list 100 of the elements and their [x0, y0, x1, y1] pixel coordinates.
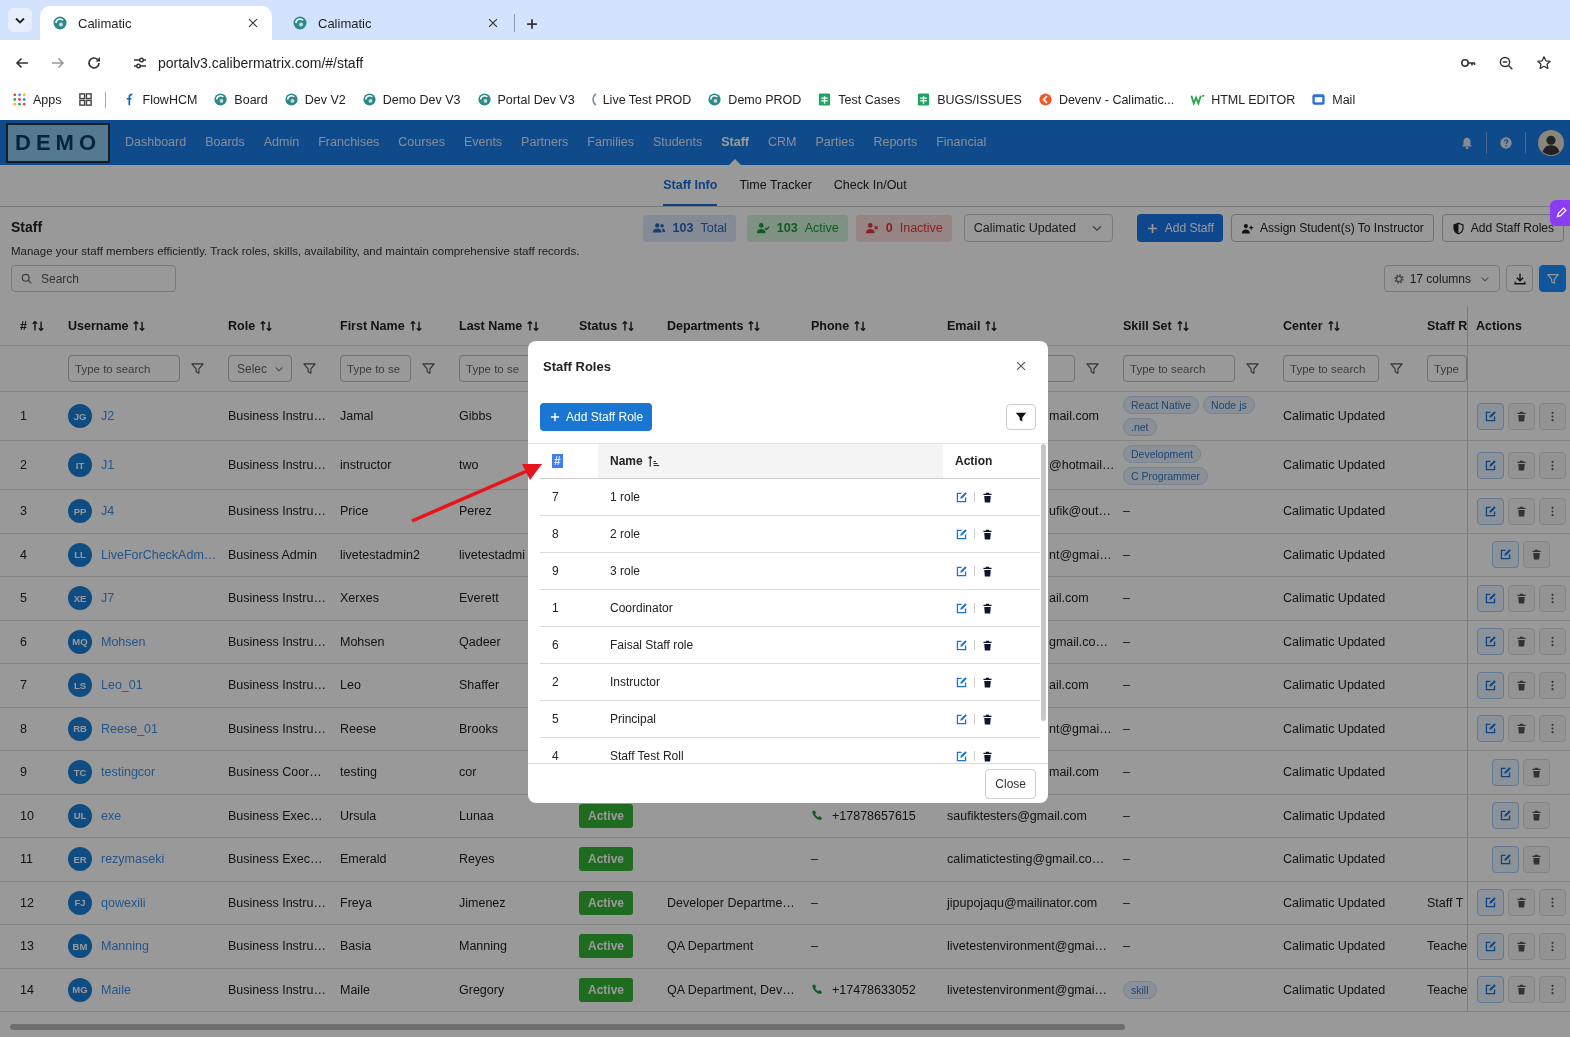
edit-button[interactable]: [1476, 451, 1504, 479]
filter-field[interactable]: Type to search: [1123, 355, 1235, 382]
close-button[interactable]: Close: [985, 768, 1036, 799]
edit-button[interactable]: [1492, 845, 1519, 873]
bookmark[interactable]: Portal Dev V3: [476, 92, 575, 107]
grid-icon[interactable]: [77, 92, 93, 107]
filter-icon[interactable]: [1245, 361, 1260, 376]
column-header[interactable]: Role: [228, 318, 256, 333]
columns-select[interactable]: 17 columns: [1383, 265, 1500, 292]
filter-button[interactable]: [1006, 404, 1036, 430]
filter-icon[interactable]: [421, 361, 436, 376]
edit-icon[interactable]: [955, 601, 968, 615]
sort-icon[interactable]: [30, 318, 45, 333]
edit-button[interactable]: [1476, 715, 1504, 743]
trash-icon[interactable]: [981, 564, 994, 578]
edit-button[interactable]: [1476, 584, 1504, 612]
edit-icon[interactable]: [955, 564, 968, 578]
filter-icon[interactable]: [1085, 361, 1100, 376]
new-tab-icon[interactable]: [525, 17, 539, 31]
trash-icon[interactable]: [981, 601, 994, 615]
action-button[interactable]: Assign Student(s) To Instructor: [1230, 214, 1434, 242]
sort-icon[interactable]: [1326, 318, 1341, 333]
filter-field[interactable]: Type to search: [1283, 355, 1379, 382]
delete-button[interactable]: [1507, 451, 1535, 479]
delete-button[interactable]: [1507, 715, 1535, 743]
edit-button[interactable]: [1476, 889, 1504, 917]
trash-icon[interactable]: [981, 490, 994, 504]
edit-icon[interactable]: [955, 490, 968, 504]
delete-button[interactable]: [1523, 541, 1550, 569]
bookmark[interactable]: Dev V2: [283, 92, 346, 107]
help-icon[interactable]: [1499, 135, 1513, 150]
address-bar[interactable]: portalv3.calibermatrix.com/#/staff: [122, 45, 1564, 80]
filter-icon[interactable]: [190, 361, 205, 376]
close-icon[interactable]: [486, 16, 500, 30]
star-icon[interactable]: [1536, 54, 1552, 71]
delete-button[interactable]: [1507, 402, 1535, 430]
edit-button[interactable]: [1476, 628, 1504, 656]
column-header[interactable]: #: [20, 318, 27, 333]
sort-icon[interactable]: [408, 318, 423, 333]
edit-icon[interactable]: [955, 712, 968, 726]
close-icon[interactable]: [1014, 359, 1028, 373]
nav-item[interactable]: Staff: [721, 120, 750, 165]
search-field[interactable]: Search: [11, 265, 176, 292]
avatar[interactable]: [1538, 129, 1564, 156]
bookmark[interactable]: FlowHCM: [121, 92, 198, 107]
tab[interactable]: Staff Info: [663, 165, 718, 206]
download-button[interactable]: [1506, 265, 1533, 292]
reload-icon[interactable]: [86, 54, 102, 71]
sort-icon[interactable]: [1175, 318, 1190, 333]
scrollbar[interactable]: [10, 1024, 1125, 1030]
filter-field[interactable]: Type to search: [68, 355, 180, 382]
column-header[interactable]: Departments: [667, 318, 744, 333]
delete-button[interactable]: [1523, 802, 1550, 830]
trash-icon[interactable]: [981, 527, 994, 541]
edit-icon[interactable]: [955, 675, 968, 689]
sort-icon[interactable]: [747, 318, 762, 333]
bell-icon[interactable]: [1460, 135, 1474, 150]
column-header[interactable]: Username: [68, 318, 129, 333]
column-header[interactable]: Last Name: [459, 318, 523, 333]
filter-field[interactable]: Type to se: [459, 355, 531, 382]
bookmark[interactable]: BUGS/ISSUES: [916, 92, 1022, 107]
browser-tab[interactable]: Calimatic: [280, 6, 512, 40]
sort-icon[interactable]: [132, 318, 147, 333]
bookmark[interactable]: Mail: [1311, 92, 1356, 107]
column-header[interactable]: Center: [1283, 318, 1323, 333]
close-icon[interactable]: [246, 16, 260, 30]
filter-field[interactable]: Type to se: [340, 355, 411, 382]
column-header[interactable]: First Name: [340, 318, 405, 333]
browser-tab[interactable]: Calimatic: [40, 6, 272, 40]
column-header[interactable]: Status: [579, 318, 618, 333]
edit-button[interactable]: [1492, 541, 1519, 569]
edit-button[interactable]: [1476, 932, 1504, 960]
bookmark[interactable]: Apps: [12, 92, 62, 107]
edit-button[interactable]: [1492, 758, 1519, 786]
sort-icon[interactable]: [259, 318, 274, 333]
bookmark[interactable]: HTML EDITOR: [1190, 92, 1296, 107]
tab-list-button[interactable]: [8, 8, 32, 32]
edit-button[interactable]: [1492, 802, 1519, 830]
sort-icon[interactable]: [853, 318, 868, 333]
bookmark[interactable]: Demo PROD: [707, 92, 802, 107]
column-header[interactable]: Name: [610, 454, 643, 468]
delete-button[interactable]: [1507, 628, 1535, 656]
filter-select[interactable]: Selec: [228, 355, 292, 382]
bookmark[interactable]: Board: [213, 92, 268, 107]
action-button[interactable]: Add Staff: [1136, 214, 1223, 242]
add-staff-role-button[interactable]: Add Staff Role: [540, 403, 653, 431]
bookmark[interactable]: Devenv - Calimatic...: [1037, 92, 1175, 107]
trash-icon[interactable]: [981, 712, 994, 726]
edit-button[interactable]: [1476, 497, 1504, 525]
column-header[interactable]: #: [552, 454, 563, 468]
edit-icon[interactable]: [955, 527, 968, 541]
sort-icon[interactable]: [621, 318, 636, 333]
delete-button[interactable]: [1507, 584, 1535, 612]
edit-icon[interactable]: [955, 638, 968, 652]
bookmark[interactable]: Live Test PROD: [590, 92, 692, 107]
scrollbar[interactable]: [1041, 444, 1046, 721]
delete-button[interactable]: [1507, 889, 1535, 917]
edit-icon[interactable]: [955, 749, 968, 763]
filter-field[interactable]: Type: [1427, 355, 1467, 382]
delete-button[interactable]: [1507, 976, 1535, 1004]
